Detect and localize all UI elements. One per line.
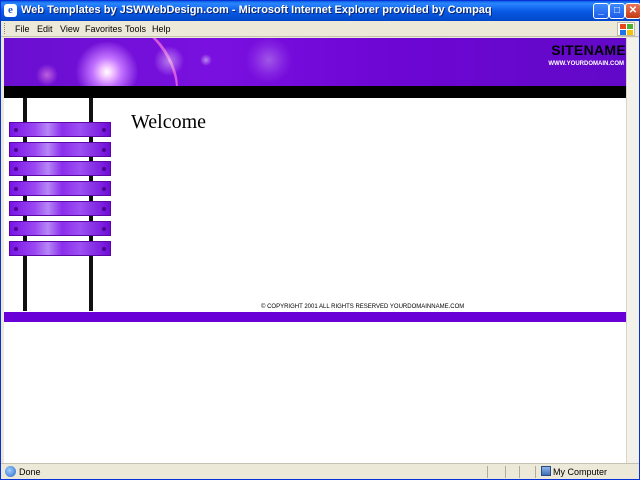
status-bar: Done My Computer xyxy=(1,463,639,479)
bolt-icon xyxy=(102,227,106,231)
bubble-decoration xyxy=(200,54,212,66)
menu-help[interactable]: Help xyxy=(152,24,171,34)
window-title: Web Templates by JSWWebDesign.com - Micr… xyxy=(21,4,492,16)
bolt-icon xyxy=(14,227,18,231)
status-separator xyxy=(505,466,506,478)
vertical-scrollbar[interactable] xyxy=(626,38,639,463)
bolt-icon xyxy=(14,187,18,191)
title-bar[interactable]: e Web Templates by JSWWebDesign.com - Mi… xyxy=(1,1,640,21)
minimize-button[interactable]: _ xyxy=(593,3,609,19)
bolt-icon xyxy=(102,148,106,152)
bolt-icon xyxy=(14,148,18,152)
site-name: SITENAME xyxy=(551,42,626,58)
bubble-decoration xyxy=(244,38,294,82)
nav-button-3[interactable] xyxy=(9,161,111,176)
toolbar-grip[interactable] xyxy=(4,23,7,34)
menu-edit[interactable]: Edit xyxy=(37,24,53,34)
status-separator xyxy=(487,466,488,478)
browser-window: e Web Templates by JSWWebDesign.com - Mi… xyxy=(0,0,640,480)
bolt-icon xyxy=(102,187,106,191)
bolt-icon xyxy=(14,167,18,171)
maximize-button[interactable]: □ xyxy=(609,3,625,19)
bolt-icon xyxy=(14,247,18,251)
bolt-icon xyxy=(102,247,106,251)
header-divider xyxy=(4,86,626,98)
windows-logo-icon xyxy=(617,22,635,36)
computer-icon xyxy=(541,466,551,476)
nav-button-2[interactable] xyxy=(9,142,111,157)
page-done-icon xyxy=(5,466,16,477)
site-url[interactable]: WWW.YOURDOMAIN.COM xyxy=(548,61,624,67)
page-heading: Welcome xyxy=(131,111,207,133)
menu-tools[interactable]: Tools xyxy=(125,24,146,34)
menu-bar: File Edit View Favorites Tools Help xyxy=(1,21,639,37)
menu-file[interactable]: File xyxy=(15,24,30,34)
bolt-icon xyxy=(14,128,18,132)
status-separator xyxy=(535,466,536,478)
status-separator xyxy=(519,466,520,478)
bubble-decoration xyxy=(36,64,58,86)
bolt-icon xyxy=(14,207,18,211)
bubble-decoration xyxy=(154,46,184,76)
security-zone: My Computer xyxy=(553,467,608,477)
copyright-text: © COPYRIGHT 2001 ALL RIGHTS RESERVED YOU… xyxy=(261,304,465,310)
bolt-icon xyxy=(102,167,106,171)
bolt-icon xyxy=(102,128,106,132)
footer-bar xyxy=(4,312,626,322)
nav-button-1[interactable] xyxy=(9,122,111,137)
nav-button-4[interactable] xyxy=(9,181,111,196)
internet-explorer-icon: e xyxy=(4,4,17,17)
close-button[interactable]: ✕ xyxy=(625,3,640,19)
nav-button-5[interactable] xyxy=(9,201,111,216)
page-viewport: SITENAME WWW.YOURDOMAIN.COM Welcome © CO… xyxy=(4,38,626,463)
bolt-icon xyxy=(102,207,106,211)
nav-button-7[interactable] xyxy=(9,241,111,256)
nav-button-6[interactable] xyxy=(9,221,111,236)
menu-favorites[interactable]: Favorites xyxy=(85,24,122,34)
header-banner: SITENAME WWW.YOURDOMAIN.COM xyxy=(4,38,626,86)
menu-view[interactable]: View xyxy=(60,24,79,34)
status-text: Done xyxy=(19,467,41,477)
